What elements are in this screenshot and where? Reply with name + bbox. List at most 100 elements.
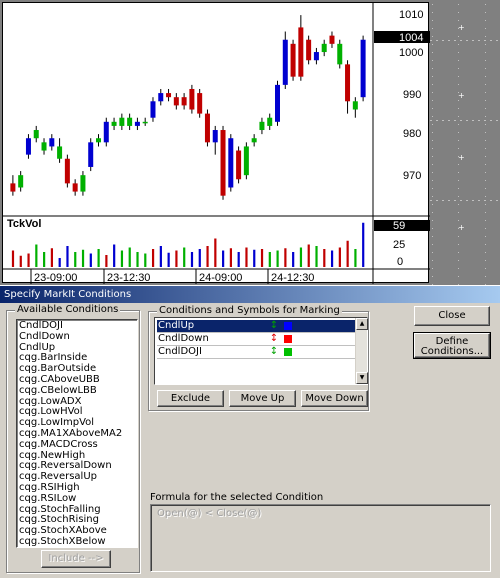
scroll-down-icon[interactable]: ▼ (356, 372, 368, 384)
grid-dot (485, 244, 486, 245)
available-condition-item[interactable]: cqg.RSILow (19, 493, 137, 505)
volume-bar (206, 246, 209, 267)
grid-dot (430, 200, 432, 201)
grid-dot (454, 40, 456, 41)
grid-dot (432, 20, 433, 21)
define-conditions-button[interactable]: Define Conditions... (413, 332, 491, 359)
grid-dot (442, 200, 444, 201)
marking-color-swatch[interactable] (284, 322, 292, 330)
marking-color-swatch[interactable] (284, 335, 292, 343)
grid-dot (432, 188, 433, 189)
candle-body (33, 130, 39, 139)
volume-bar (175, 250, 178, 267)
current-price-label: 1004 (399, 32, 423, 44)
grid-dot (485, 140, 486, 141)
marking-row[interactable]: CndlUp ↕ (157, 320, 355, 332)
grid-dot (442, 40, 444, 41)
exclude-button[interactable]: Exclude (157, 390, 224, 407)
volume-bar (105, 255, 108, 267)
available-condition-item[interactable]: cqg.MACDCross (19, 439, 137, 451)
volume-bar (245, 247, 248, 267)
include-button[interactable]: Include --> (41, 550, 111, 568)
formula-label: Formula for the selected Condition (150, 492, 324, 503)
grid-dot (484, 120, 486, 121)
grid-dot (458, 220, 459, 221)
scroll-up-icon[interactable]: ▲ (356, 318, 368, 330)
grid-dot (485, 68, 486, 69)
grid-dot (432, 100, 433, 101)
marking-row[interactable]: CndlDOJI ↕ (157, 346, 355, 358)
grid-dot (478, 40, 480, 41)
marking-table-scrollbar[interactable]: ▲ ▼ (355, 318, 368, 384)
grid-dot (432, 260, 433, 261)
grid-dot (485, 164, 486, 165)
grid-dot (458, 148, 459, 149)
grid-dot (490, 40, 492, 41)
grid-dot (458, 100, 459, 101)
marking-symbol-icon[interactable]: ↕ (267, 320, 281, 332)
volume-bar (58, 258, 61, 267)
candle-body (236, 150, 242, 180)
volume-bar (237, 252, 240, 267)
grid-dot (430, 40, 432, 41)
grid-dot (485, 52, 486, 53)
move-up-button[interactable]: Move Up (229, 390, 296, 407)
grid-dot (485, 268, 486, 269)
candle-body (282, 39, 288, 85)
price-axis-label: 980 (403, 128, 421, 140)
marking-conditions-table[interactable]: CndlUp ↕ CndlDown ↕ CndlDOJI ↕ ▲ ▼ (154, 317, 368, 385)
grid-dot (432, 244, 433, 245)
grid-dot (485, 228, 486, 229)
grid-dot (485, 252, 486, 253)
available-condition-item[interactable]: cqg.StochXBelow (19, 536, 137, 547)
grid-dot (432, 44, 433, 45)
available-conditions-list[interactable]: CndlDOJI CndlDown CndlUp cqg.BarInside cqg.B… (16, 319, 138, 548)
dialog-title-bar[interactable]: Specify MarkIt Conditions (0, 286, 500, 303)
grid-dot (458, 20, 459, 21)
volume-bar (43, 252, 46, 267)
marking-row[interactable]: CndlDown ↕ (157, 333, 355, 345)
candle-body (10, 183, 16, 192)
candle-body (197, 93, 203, 114)
grid-dot (432, 148, 433, 149)
chart-panel[interactable]: 1010 1000 990 980 970 1004 TckVol 59 25 … (2, 2, 430, 284)
volume-bar (136, 252, 139, 267)
grid-dot (432, 108, 433, 109)
candle-body (173, 97, 179, 106)
grid-dot (458, 108, 459, 109)
candle-body (49, 138, 55, 147)
volume-bar (268, 252, 271, 267)
candle-body (228, 138, 234, 188)
volume-bar (229, 248, 233, 267)
grid-dot (458, 252, 459, 253)
grid-dot (485, 84, 486, 85)
grid-dot (485, 260, 486, 261)
candle-body (25, 138, 31, 155)
marking-symbol-icon[interactable]: ↕ (267, 346, 281, 358)
marking-color-swatch[interactable] (284, 348, 292, 356)
grid-dot (432, 164, 433, 165)
grid-dot (485, 60, 486, 61)
close-button[interactable]: Close (414, 306, 490, 326)
candle-body (96, 138, 101, 143)
grid-dot (432, 180, 433, 181)
grid-dot (472, 200, 474, 201)
candle-body (119, 117, 125, 126)
available-condition-item[interactable]: cqg.CBelowLBB (19, 385, 137, 397)
candle-body (158, 93, 164, 102)
grid-dot (458, 12, 459, 13)
grid-dot (448, 120, 450, 121)
volume-bar (89, 253, 92, 267)
move-down-button[interactable]: Move Down (301, 390, 368, 407)
candle-body (64, 158, 70, 184)
grid-dot (478, 120, 480, 121)
grid-dot (472, 40, 474, 41)
grid-dot (432, 228, 433, 229)
marking-symbol-icon[interactable]: ↕ (267, 333, 281, 345)
candle-body (306, 39, 312, 61)
price-axis-label: 1010 (399, 9, 423, 21)
volume-bar (354, 249, 357, 267)
available-condition-item[interactable]: CndlDown (19, 331, 137, 343)
grid-dot (458, 84, 459, 85)
grid-dot (485, 92, 486, 93)
